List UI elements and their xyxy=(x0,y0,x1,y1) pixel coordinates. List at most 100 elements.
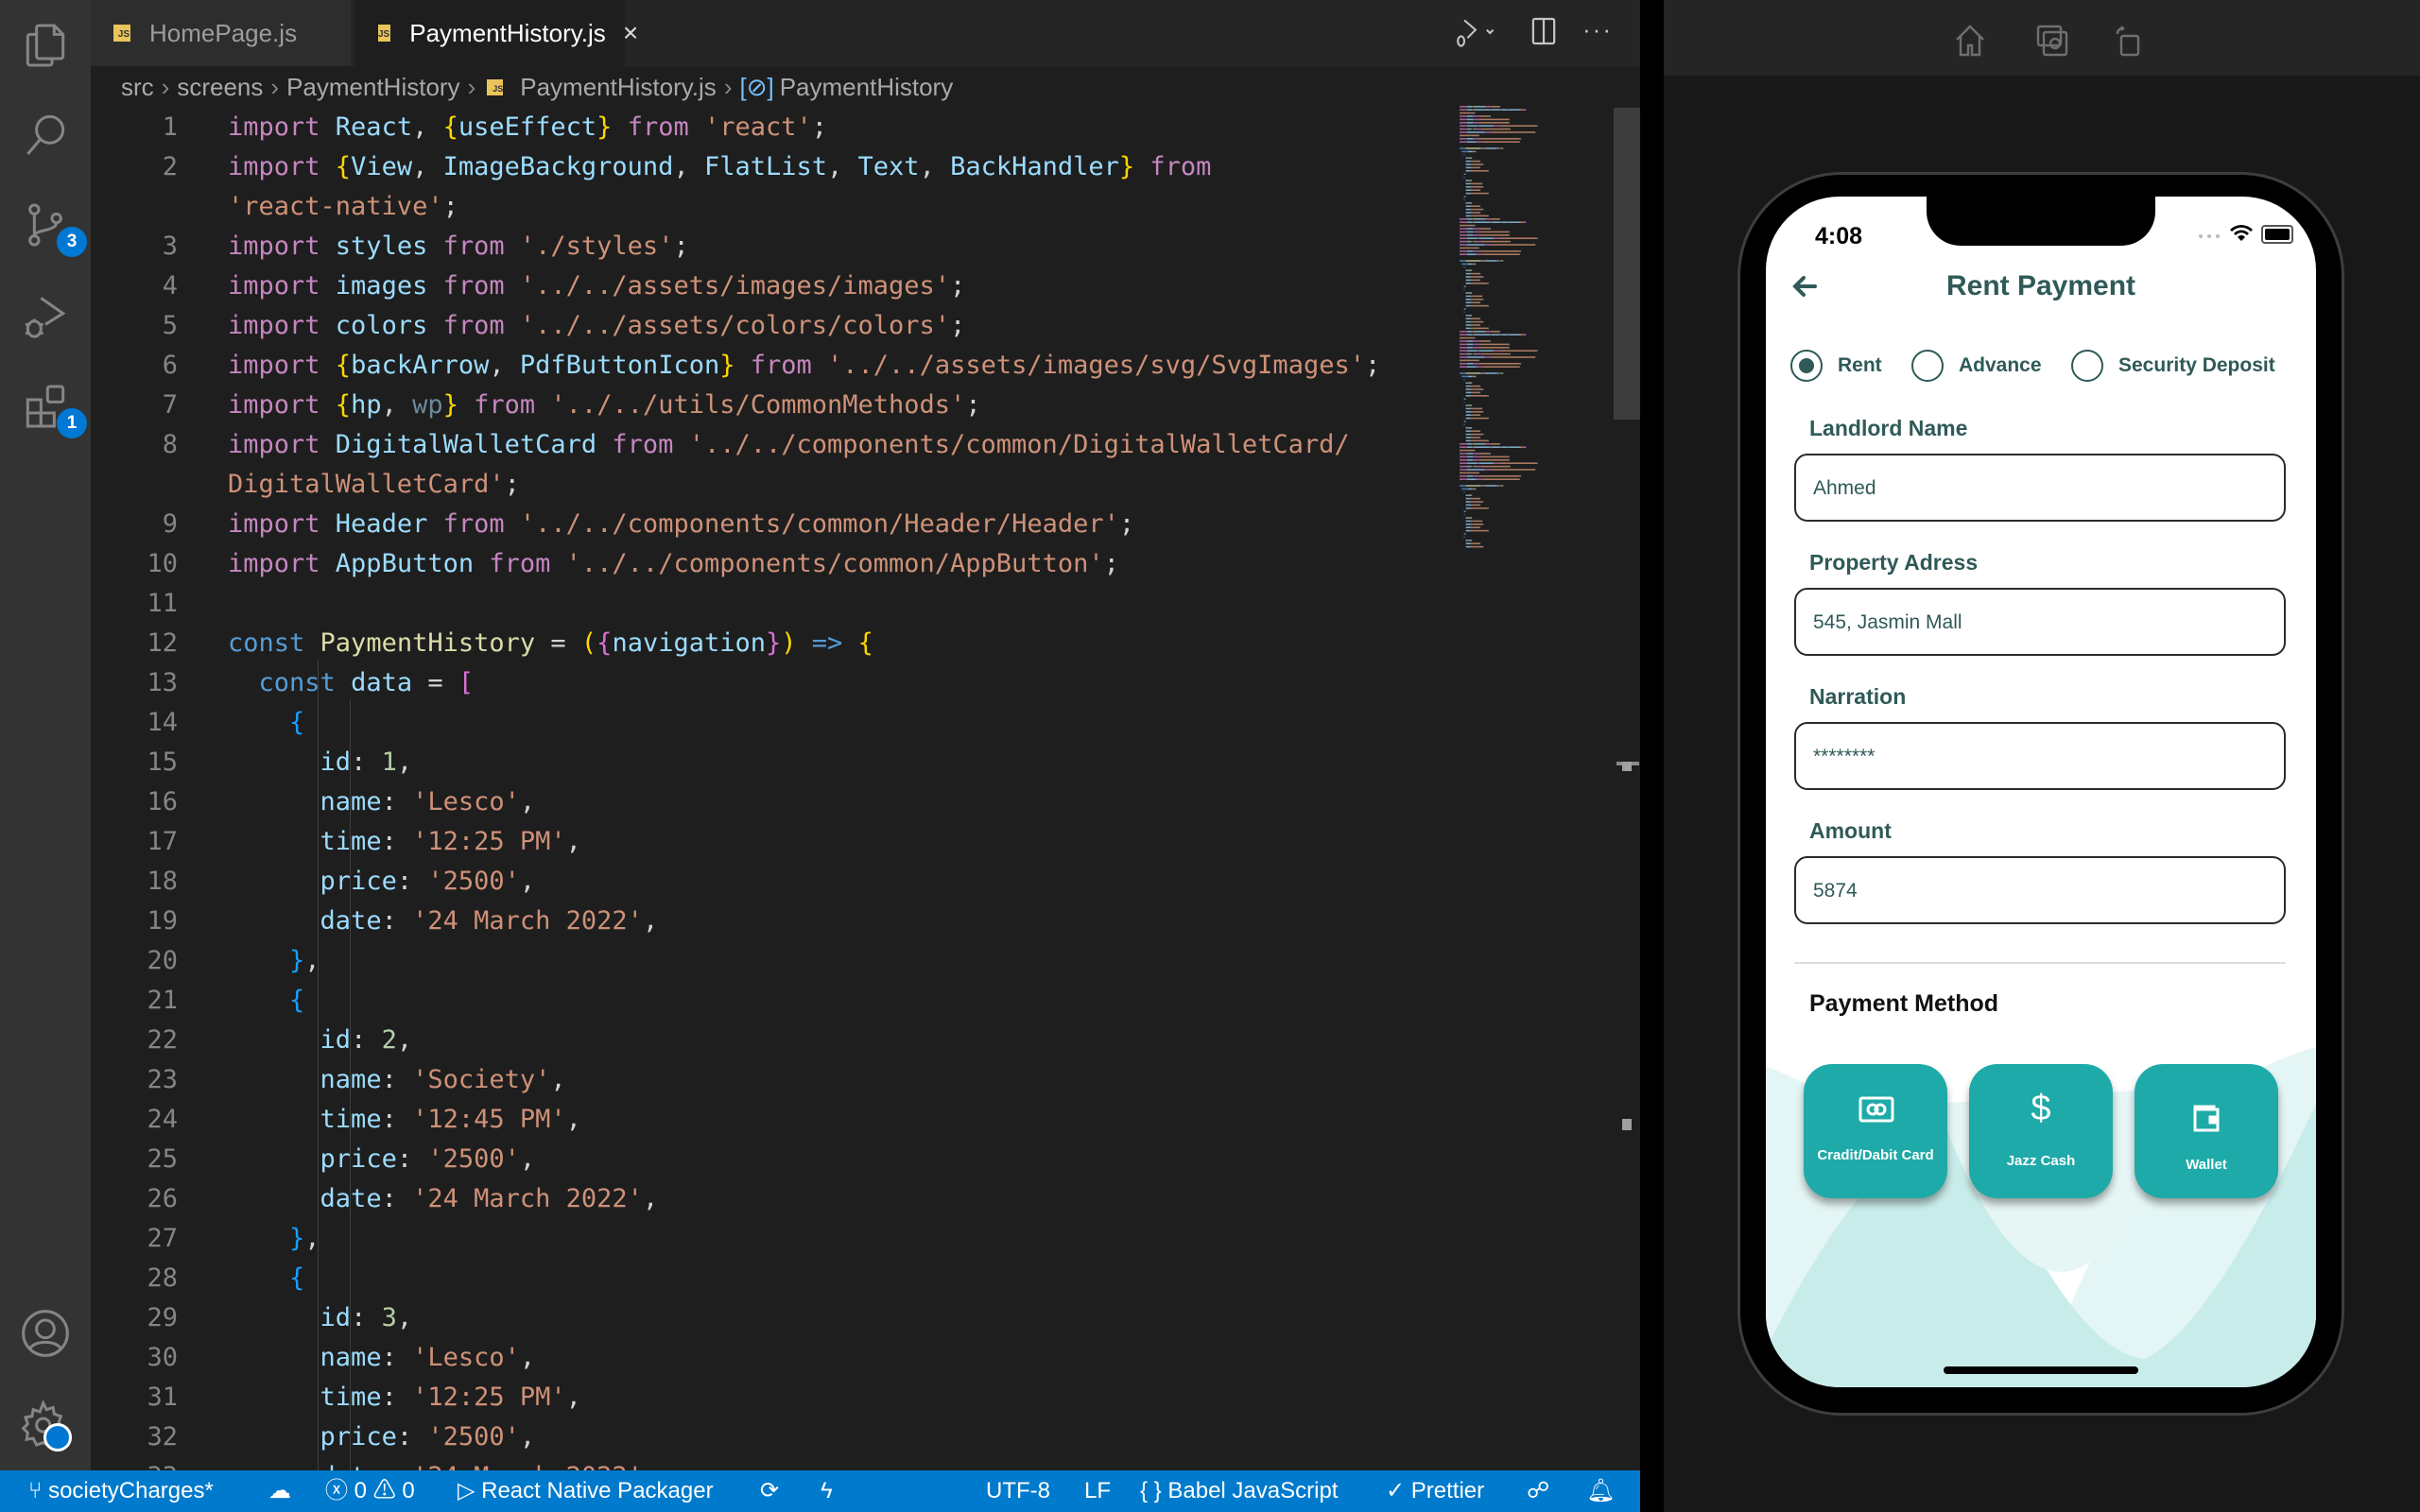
minimap-line xyxy=(1519,221,1521,223)
minimap-line xyxy=(1478,453,1490,455)
radio-button[interactable] xyxy=(2071,350,2103,382)
minimap-line xyxy=(1467,202,1470,204)
minimap-line xyxy=(1466,343,1474,346)
minimap-line xyxy=(1471,292,1473,294)
run-debug-button[interactable] xyxy=(1452,17,1509,56)
code-text: import Header from '../../components/com… xyxy=(228,509,1135,539)
breadcrumb-item[interactable]: src xyxy=(121,73,154,102)
files-icon[interactable] xyxy=(19,19,72,72)
minimap-line xyxy=(1487,170,1489,172)
run-debug-icon[interactable] xyxy=(19,289,72,342)
close-icon[interactable]: × xyxy=(623,18,638,48)
minimap-line xyxy=(1464,308,1466,310)
chevron-right-icon: › xyxy=(161,72,170,101)
prettier-button[interactable]: ✓ Prettier xyxy=(1386,1470,1484,1512)
encoding-indicator[interactable]: UTF-8 xyxy=(986,1470,1050,1512)
code-editor[interactable]: 1 import React, {useEffect} from 'react';… xyxy=(91,106,1640,1470)
minimap-slider[interactable] xyxy=(1614,108,1640,420)
minimap-line xyxy=(1460,347,1467,349)
problems-indicator[interactable]: ⓧ 0 ⚠ 0 xyxy=(325,1470,415,1512)
react-native-packager-button[interactable]: ▷ React Native Packager xyxy=(458,1470,714,1512)
screenshot-icon[interactable] xyxy=(2036,25,2068,57)
sync-cloud-icon[interactable]: ☁ xyxy=(268,1470,291,1512)
landlord-name-input[interactable]: Ahmed xyxy=(1794,454,2286,522)
breadcrumb-item[interactable]: PaymentHistory xyxy=(780,73,954,102)
minimap-line xyxy=(1472,520,1482,523)
rotate-icon[interactable] xyxy=(2114,25,2144,57)
breadcrumb-item[interactable]: PaymentHistory xyxy=(286,73,460,102)
narration-input[interactable]: ******** xyxy=(1794,722,2286,790)
minimap-line xyxy=(1498,331,1500,333)
minimap-line xyxy=(1472,128,1475,130)
minimap-line xyxy=(1460,446,1467,448)
home-indicator[interactable] xyxy=(1944,1366,2138,1374)
radio-button[interactable] xyxy=(1911,350,1944,382)
eol-indicator[interactable]: LF xyxy=(1084,1470,1111,1512)
minimap-line xyxy=(1460,118,1467,121)
property-address-input[interactable]: 545, Jasmin Mall xyxy=(1794,588,2286,656)
minimap-line xyxy=(1509,352,1511,355)
gear-icon[interactable] xyxy=(19,1399,72,1452)
minimap-line xyxy=(1519,138,1521,140)
minimap-line xyxy=(1480,485,1484,487)
minimap-line xyxy=(1491,469,1536,471)
minimap-line xyxy=(1470,157,1472,159)
feedback-icon[interactable]: ☍ xyxy=(1527,1470,1549,1512)
minimap-line xyxy=(1471,404,1473,406)
minimap-line xyxy=(1482,411,1484,413)
minimap-line xyxy=(1496,485,1498,487)
tab-label: HomePage.js xyxy=(149,18,298,47)
refresh-icon[interactable]: ⟳ xyxy=(760,1470,779,1512)
minimap-line xyxy=(1482,545,1484,548)
minimap-line xyxy=(1466,478,1477,480)
minimap-line xyxy=(1478,414,1480,416)
lightning-icon[interactable]: ϟ xyxy=(821,1470,833,1512)
breadcrumb-item[interactable]: screens xyxy=(177,73,263,102)
battery-icon xyxy=(2261,225,2293,244)
language-mode[interactable]: { } Babel JavaScript xyxy=(1140,1470,1338,1512)
minimap-line xyxy=(1478,475,1520,477)
code-text: date: '24 March 2022', xyxy=(320,1184,659,1213)
panel-divider[interactable] xyxy=(1640,0,1664,1512)
line-number: 23 xyxy=(147,1065,178,1094)
home-icon[interactable] xyxy=(1955,25,1985,57)
minimap-line xyxy=(1465,186,1470,188)
minimap-line xyxy=(1471,180,1473,181)
radio-advance[interactable]: Advance xyxy=(1911,350,2042,382)
clock-badge-icon xyxy=(43,1423,72,1452)
minimap-line xyxy=(1485,372,1496,374)
minimap-line xyxy=(1460,472,1478,474)
radio-rent[interactable]: Rent xyxy=(1790,350,1882,382)
jazz-cash-button[interactable]: $ Jazz Cash xyxy=(1969,1064,2113,1198)
tab-paymenthistory[interactable]: JS PaymentHistory.js × xyxy=(355,0,638,66)
minimap-line xyxy=(1483,372,1485,374)
notifications-bell-icon[interactable]: 🔔︎ xyxy=(1586,1470,1615,1512)
search-icon[interactable] xyxy=(19,108,72,161)
line-number: 25 xyxy=(147,1144,178,1174)
minimap-line xyxy=(1466,459,1474,461)
credit-card-button[interactable]: Cradit/Dabit Card xyxy=(1804,1064,1947,1198)
minimap-line xyxy=(1467,375,1473,378)
minimap-line xyxy=(1472,163,1483,165)
minimap-line xyxy=(1476,366,1483,368)
account-icon[interactable] xyxy=(19,1307,72,1360)
minimap[interactable] xyxy=(1456,104,1616,548)
more-actions-icon[interactable]: ··· xyxy=(1582,15,1613,44)
code-text: id: 3, xyxy=(320,1303,413,1332)
radio-button-selected[interactable] xyxy=(1790,350,1823,382)
tab-homepage[interactable]: JS HomePage.js xyxy=(91,0,351,66)
amount-input[interactable]: 5874 xyxy=(1794,856,2286,924)
split-editor-icon[interactable] xyxy=(1531,17,1556,52)
minimap-line xyxy=(1493,350,1495,352)
radio-security-deposit[interactable]: Security Deposit xyxy=(2071,350,2275,382)
minimap-line xyxy=(1484,106,1486,108)
line-number: 10 xyxy=(147,549,178,578)
extensions-icon[interactable]: 1 xyxy=(19,380,87,438)
minimap-line xyxy=(1472,186,1483,188)
minimap-line xyxy=(1470,417,1473,420)
wallet-button[interactable]: Wallet xyxy=(2135,1064,2278,1198)
source-control-icon[interactable]: 3 xyxy=(19,198,87,257)
minimap-line xyxy=(1473,455,1479,458)
breadcrumb-item[interactable]: PaymentHistory.js xyxy=(520,73,717,102)
branch-indicator[interactable]: ⑂ societyCharges* xyxy=(28,1470,214,1512)
